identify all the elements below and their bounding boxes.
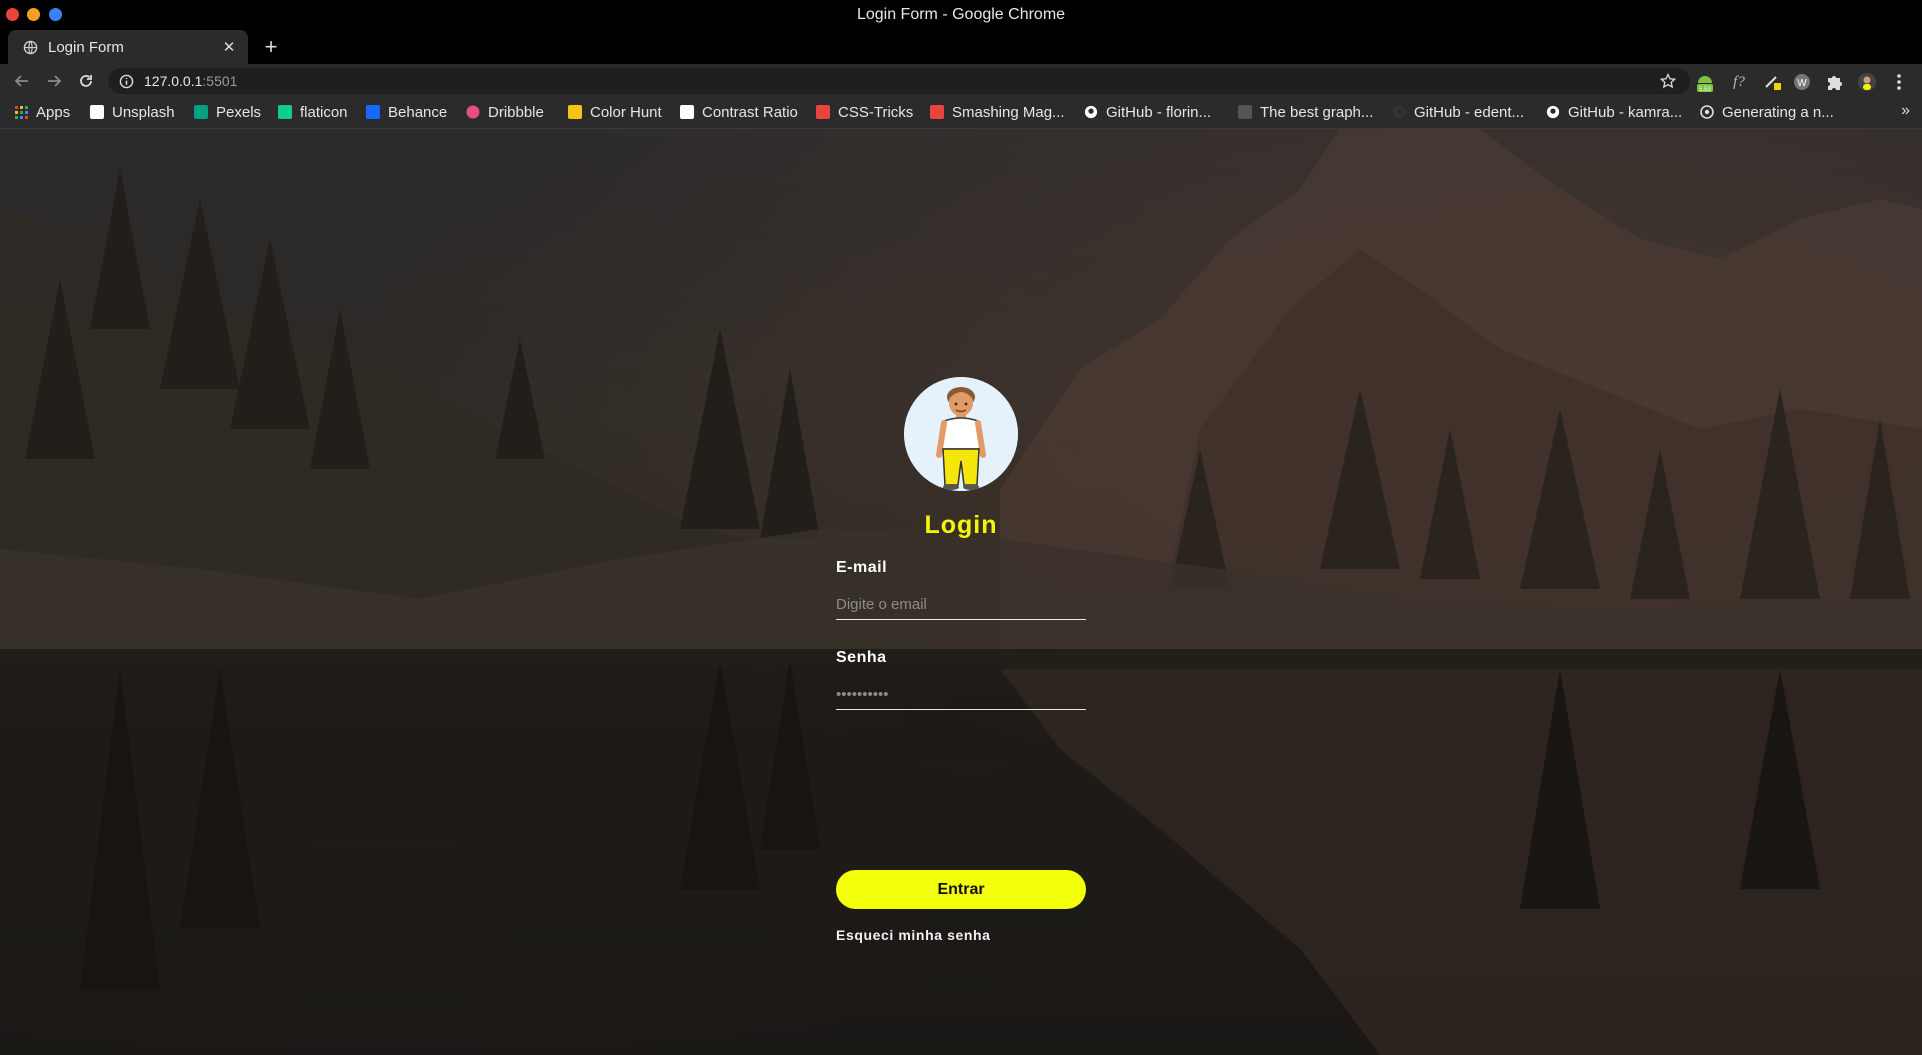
bookmarks-bar: » Apps Unsplash Pexels flaticon Behance Dribb… [0,98,1922,129]
github-icon [1084,105,1098,119]
url-host: 127.0.0.1 [144,73,203,89]
bookmark-item[interactable]: GitHub - kamra... [1546,98,1682,126]
bookmark-item[interactable]: flaticon [278,98,348,126]
browser-toolbar: 127.0.0.1:5501 5.53 f? W [0,64,1922,98]
url-text: 127.0.0.1:5501 [144,73,1658,89]
android-extension-icon[interactable]: 5.53 [1694,71,1716,93]
tab-close-icon[interactable]: ✕ [218,36,240,58]
bookmark-item[interactable]: Color Hunt [568,98,662,126]
login-submit-button[interactable]: Entrar [836,870,1086,909]
bookmark-label: Unsplash [112,103,175,121]
extensions-puzzle-icon[interactable] [1823,71,1845,93]
dribbble-icon [466,105,480,119]
user-avatar [904,377,1018,491]
bookmark-label: CSS-Tricks [838,103,914,121]
chrome-icon [1700,105,1714,119]
person-illustration-icon [904,377,1018,491]
bookmark-label: Color Hunt [590,103,662,121]
function-extension-icon[interactable]: f? [1728,71,1750,93]
window-title: Login Form - Google Chrome [856,6,1066,23]
bookmark-item[interactable]: Contrast Ratio [680,98,798,126]
bookmark-label: Apps [36,103,71,121]
contrast-icon [680,105,694,119]
bookmark-item[interactable]: GitHub - florin... [1084,98,1211,126]
github-icon [1546,105,1560,119]
browser-menu-icon[interactable] [1888,71,1910,93]
bookmark-item[interactable]: Generating a n... [1700,98,1834,126]
globe-icon [22,39,38,55]
apps-grid-icon [14,105,28,119]
colorhunt-icon [568,105,582,119]
site-info-icon[interactable] [118,73,134,89]
profile-avatar-icon[interactable] [1856,71,1878,93]
email-label: E-mail [836,559,888,576]
bookmark-item[interactable]: Dribbble [466,98,544,126]
unsplash-icon [90,105,104,119]
password-input[interactable] [836,679,1086,710]
behance-icon [366,105,380,119]
forward-arrow-icon[interactable] [42,69,66,93]
pexels-icon [194,105,208,119]
bookmark-item[interactable]: Behance [366,98,447,126]
bookmark-label: GitHub - kamra... [1568,103,1683,121]
page-viewport: Login E-mail Senha Entrar Esqueci minha … [0,129,1922,1055]
bookmark-item[interactable]: Smashing Mag... [930,98,1065,126]
svg-text:W: W [1797,78,1807,89]
back-arrow-icon[interactable] [10,69,34,93]
bookmark-label: Behance [388,103,448,121]
bookmark-item[interactable]: GitHub - edent... [1392,98,1524,126]
password-label: Senha [836,649,887,666]
bookmark-label: The best graph... [1260,103,1374,121]
url-port: :5501 [202,73,238,89]
forgot-password-link[interactable]: Esqueci minha senha [836,927,991,943]
bookmark-item[interactable]: The best graph... [1238,98,1373,126]
bookmark-item[interactable]: Pexels [194,98,261,126]
login-title: Login [924,511,998,539]
bookmark-label: Generating a n... [1722,103,1834,121]
bookmark-star-icon[interactable] [1658,71,1678,91]
pencil-extension-icon[interactable] [1762,71,1784,93]
svg-text:5.53: 5.53 [1699,87,1711,93]
tab-strip: Login Form ✕ + [0,30,1922,64]
bookmark-item[interactable]: CSS-Tricks [816,98,913,126]
github-icon [1392,105,1406,119]
login-form: Login E-mail Senha Entrar Esqueci minha … [836,377,1086,943]
csstricks-icon [816,105,830,119]
window-titlebar: Login Form - Google Chrome [0,0,1922,30]
bookmark-label: Smashing Mag... [952,103,1065,121]
bookmark-label: GitHub - florin... [1106,103,1212,121]
globe-icon [1238,105,1252,119]
wappalyzer-extension-icon[interactable]: W [1791,71,1813,93]
reload-icon[interactable] [74,69,98,93]
tab-title: Login Form [48,38,124,56]
bookmark-label: Contrast Ratio [702,103,798,121]
bookmark-item[interactable]: Apps [14,98,70,126]
bookmark-label: GitHub - edent... [1414,103,1525,121]
bookmark-label: Dribbble [488,103,544,121]
flaticon-icon [278,105,292,119]
bookmark-label: flaticon [300,103,348,121]
bookmarks-overflow-icon[interactable]: » [1901,102,1910,120]
tab-login-form[interactable]: Login Form ✕ [8,30,248,64]
new-tab-button[interactable]: + [258,34,284,60]
bookmark-label: Pexels [216,103,262,121]
bookmark-item[interactable]: Unsplash [90,98,175,126]
address-bar[interactable]: 127.0.0.1:5501 [108,68,1690,94]
smashing-icon [930,105,944,119]
email-input[interactable] [836,589,1086,620]
